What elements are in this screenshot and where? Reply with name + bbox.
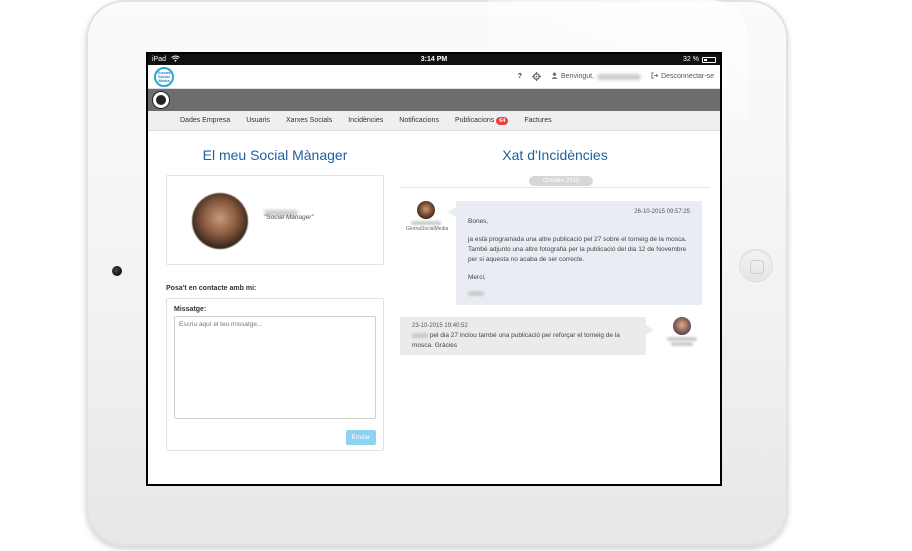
- client-bar: [148, 89, 720, 111]
- screen-inner: iPad 3:14 PM 32 % Girona Social Media ?: [148, 54, 720, 484]
- incoming-signature-blurred: [468, 290, 484, 296]
- home-button[interactable]: [739, 249, 773, 283]
- incoming-company: GironaSocialMedia: [406, 226, 449, 232]
- menu-usuaris[interactable]: Usuaris: [246, 117, 270, 124]
- send-button[interactable]: Enviar: [345, 430, 376, 445]
- contact-form: Missatge: Enviar: [166, 298, 384, 451]
- menu-factures[interactable]: Factures: [524, 117, 551, 124]
- incoming-sender-name-blurred: [411, 221, 441, 225]
- help-button[interactable]: ?: [518, 73, 522, 80]
- user-name-blurred: [597, 73, 642, 80]
- status-time: 3:14 PM: [420, 56, 448, 63]
- manager-avatar: [192, 193, 248, 249]
- menu-publicacions-label: Publicacions: [454, 117, 495, 124]
- date-divider: Octubre 2015: [400, 176, 710, 188]
- incoming-timestamp: 26-10-2015 09:57:25: [634, 209, 690, 215]
- outgoing-sender-name-blurred: [667, 337, 697, 341]
- status-bar: iPad 3:14 PM 32 %: [148, 54, 720, 65]
- message-label: Missatge:: [174, 306, 207, 313]
- social-manager-column: El meu Social Mànager "Social Manager" P…: [166, 131, 384, 451]
- welcome-user: Benvingut,: [551, 72, 642, 81]
- date-pill: Octubre 2015: [529, 176, 594, 186]
- gear-icon[interactable]: [531, 72, 541, 81]
- profile-card: "Social Manager": [166, 175, 384, 265]
- menu-xarxes-socials[interactable]: Xarxes Socials: [286, 117, 332, 124]
- menu-dades-empresa[interactable]: Dades Empresa: [180, 117, 230, 124]
- incoming-bubble: 26-10-2015 09:57:25 Bones, ja està progr…: [448, 201, 702, 305]
- outgoing-sender: [662, 317, 702, 347]
- logout-button[interactable]: Desconnectar-se: [651, 72, 714, 81]
- chat-column: Xat d'Incidències Octubre 2015 GironaSoc…: [400, 131, 710, 355]
- contact-label: Posa't en contacte amb mi:: [166, 285, 257, 292]
- main-content: El meu Social Mànager "Social Manager" P…: [148, 131, 720, 464]
- welcome-label: Benvingut,: [560, 73, 595, 80]
- incoming-avatar: [417, 201, 435, 219]
- screen: iPad 3:14 PM 32 % Girona Social Media ?: [146, 52, 722, 486]
- outgoing-timestamp: 23-10-2015 19:40:52: [412, 323, 468, 329]
- menu-incidencies[interactable]: Incidències: [348, 117, 383, 124]
- logout-icon: [651, 72, 659, 81]
- top-bar: Girona Social Media ? Benvingut, Desconn…: [148, 65, 720, 89]
- client-logo[interactable]: [152, 91, 170, 109]
- social-manager-title: El meu Social Mànager: [202, 147, 348, 163]
- outgoing-bubble: 23-10-2015 19:40:52 pel dia 27 inclou ta…: [400, 317, 654, 355]
- main-menu: Dades Empresa Usuaris Xarxes Socials Inc…: [148, 111, 720, 131]
- battery-icon: [702, 56, 716, 63]
- brand-logo[interactable]: Girona Social Media: [154, 66, 174, 87]
- camera-icon: [112, 266, 122, 276]
- outgoing-text: pel dia 27 inclou també una publicació p…: [412, 331, 634, 351]
- incoming-sender: GironaSocialMedia: [406, 201, 449, 232]
- outgoing-body: pel dia 27 inclou també una publicació p…: [412, 332, 620, 349]
- incoming-greeting: Bones,: [468, 218, 489, 225]
- incoming-closing: Merci,: [468, 274, 486, 281]
- outgoing-mention-blurred: [412, 332, 428, 338]
- menu-publicacions[interactable]: Publicacions 64: [454, 116, 509, 125]
- menu-notificacions[interactable]: Notificacions: [399, 117, 439, 124]
- publicacions-badge: 64: [496, 116, 509, 125]
- outgoing-sender-surname-blurred: [671, 342, 693, 346]
- message-input[interactable]: [174, 316, 376, 419]
- outgoing-avatar: [673, 317, 691, 335]
- chat-title: Xat d'Incidències: [502, 147, 608, 163]
- logout-label: Desconnectar-se: [661, 73, 714, 80]
- user-icon: [551, 72, 558, 81]
- incoming-body: ja està programada una altre publicació …: [468, 236, 687, 263]
- manager-role: "Social Manager": [264, 214, 314, 221]
